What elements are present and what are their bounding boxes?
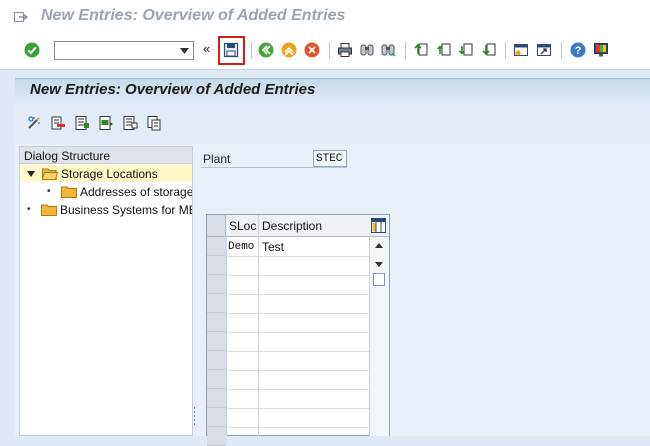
customize-layout-icon[interactable] <box>593 42 609 58</box>
standard-toolbar: « ? <box>0 33 650 70</box>
row-selector[interactable] <box>207 256 226 275</box>
find-icon[interactable] <box>359 42 375 58</box>
dialog-structure-header: Dialog Structure <box>20 147 192 164</box>
column-divider <box>226 237 227 436</box>
table-row-line <box>226 351 369 352</box>
table-row-line <box>226 294 369 295</box>
cancel-icon[interactable] <box>304 42 320 58</box>
open-folder-icon <box>42 168 58 180</box>
shortcut-icon[interactable] <box>536 42 552 58</box>
table-row-line <box>226 313 369 314</box>
menu-exit-icon[interactable] <box>13 9 29 25</box>
window-title: New Entries: Overview of Added Entries <box>41 7 346 24</box>
column-header-description[interactable]: Description <box>262 219 322 233</box>
copy-as-icon[interactable] <box>146 115 162 131</box>
tree-node-business-systems[interactable]: • Business Systems for ME <box>20 201 192 218</box>
last-page-icon[interactable] <box>481 42 497 58</box>
table-row-line <box>226 256 369 257</box>
tree-bullet-icon: • <box>47 186 51 197</box>
row-selector[interactable] <box>207 408 226 427</box>
table-row-line <box>226 332 369 333</box>
row-selector[interactable] <box>207 237 226 256</box>
back-icon[interactable] <box>258 42 274 58</box>
table-row-line <box>226 370 369 371</box>
command-input[interactable] <box>55 42 179 59</box>
scroll-thumb[interactable] <box>373 273 385 286</box>
first-page-icon[interactable] <box>413 42 429 58</box>
scroll-down-icon[interactable] <box>373 258 385 268</box>
table-cell-description[interactable]: Test <box>262 240 284 254</box>
column-divider <box>258 215 259 436</box>
select-all-icon[interactable] <box>74 115 90 131</box>
command-field[interactable] <box>54 41 194 60</box>
tree-node-addresses-of-storage[interactable]: • Addresses of storage <box>20 183 192 200</box>
row-selector[interactable] <box>207 332 226 351</box>
exit-icon[interactable] <box>281 42 297 58</box>
plant-label: Plant <box>203 152 231 166</box>
row-selector[interactable] <box>207 313 226 332</box>
folder-icon <box>41 204 57 216</box>
table-row-line <box>226 275 369 276</box>
enter-check-icon[interactable] <box>24 42 40 58</box>
tree-node-label: Business Systems for ME <box>60 203 192 217</box>
tree-node-label: Storage Locations <box>61 167 158 181</box>
scroll-up-icon[interactable] <box>373 240 385 250</box>
screen-title: New Entries: Overview of Added Entries <box>30 81 316 98</box>
create-session-icon[interactable] <box>513 42 529 58</box>
table-row-line <box>226 427 369 428</box>
table-row-line <box>226 408 369 409</box>
print-icon[interactable] <box>337 42 353 58</box>
deselect-all-icon[interactable] <box>122 115 138 131</box>
row-selector[interactable] <box>207 294 226 313</box>
toolbar-toggle-button[interactable]: « <box>203 42 210 56</box>
find-next-icon[interactable] <box>380 42 396 58</box>
row-selector[interactable] <box>207 427 226 446</box>
splitter-grip[interactable] <box>193 406 196 426</box>
tree-node-storage-locations[interactable]: Storage Locations <box>20 165 192 182</box>
row-selector[interactable] <box>207 389 226 408</box>
table-settings-icon[interactable] <box>370 217 387 234</box>
plant-value-field: STEC <box>313 150 347 167</box>
expanded-triangle-icon[interactable] <box>27 171 35 177</box>
svg-text:?: ? <box>575 45 582 57</box>
row-selector[interactable] <box>207 351 226 370</box>
folder-icon <box>61 186 77 198</box>
chevron-down-icon[interactable] <box>175 42 193 59</box>
previous-page-icon[interactable] <box>436 42 452 58</box>
save-icon[interactable] <box>223 42 239 58</box>
toolbar-gap <box>0 70 650 78</box>
row-selector[interactable] <box>207 275 226 294</box>
tree-node-label: Addresses of storage <box>80 185 192 199</box>
table-row-line <box>226 389 369 390</box>
row-selector[interactable] <box>207 370 226 389</box>
table-cell-sloc[interactable]: Demo <box>228 241 254 253</box>
delete-row-icon[interactable] <box>50 115 66 131</box>
tree-bullet-icon: • <box>27 204 31 215</box>
select-all-rows-button[interactable] <box>207 215 226 236</box>
display-change-icon[interactable] <box>26 115 42 131</box>
column-header-sloc[interactable]: SLoc <box>229 219 256 233</box>
select-block-icon[interactable] <box>98 115 114 131</box>
next-page-icon[interactable] <box>458 42 474 58</box>
plant-field-underline <box>201 167 347 168</box>
help-icon[interactable]: ? <box>570 42 586 58</box>
